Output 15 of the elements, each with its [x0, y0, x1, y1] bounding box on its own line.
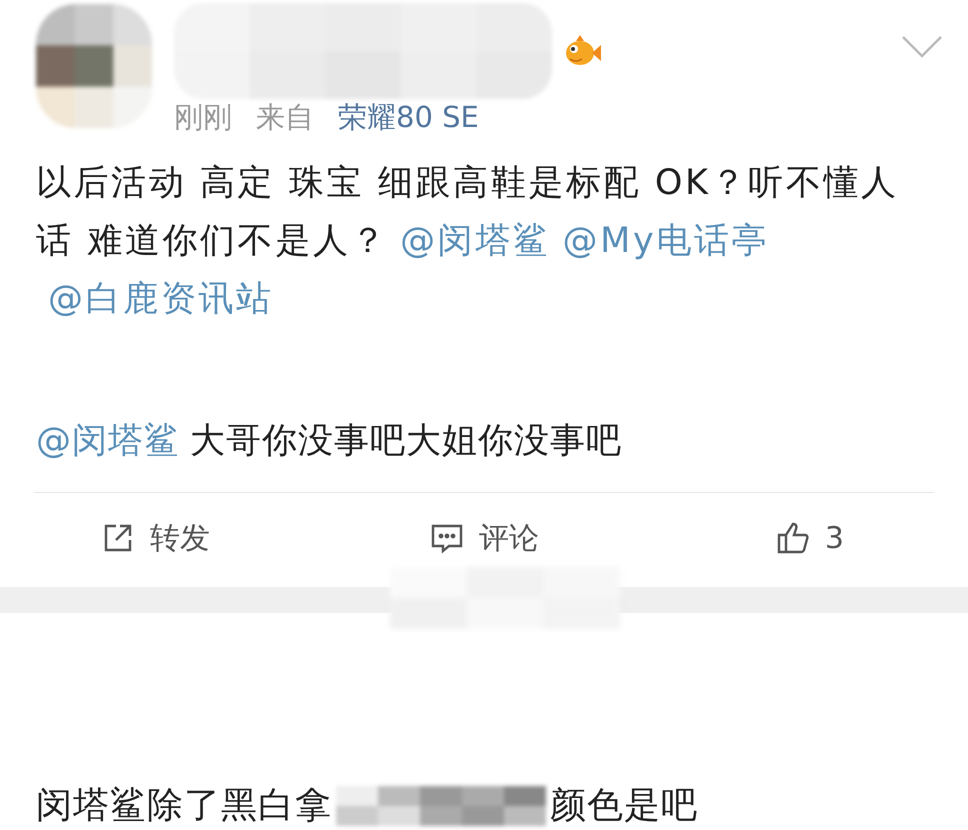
comment-text: 闵塔鲨除了黑白拿 [36, 784, 332, 828]
post-text: 以后活动 高定 珠宝 细跟高鞋是标配 OK？听不懂人话 难道你们不是人？ @闵塔鲨 @My电话亭 @白鹿资讯站 [36, 162, 900, 321]
mention-link[interactable]: @闵塔鲨 [400, 221, 551, 261]
device-link[interactable]: 荣耀80 SE [338, 98, 479, 138]
like-button[interactable]: 3 [645, 520, 968, 556]
chevron-down-icon[interactable] [900, 34, 944, 60]
mention-link[interactable]: @白鹿资讯站 [48, 279, 274, 319]
mention-link[interactable]: @闵塔鲨 [36, 421, 180, 461]
mention-link[interactable]: @My电话亭 [562, 221, 770, 261]
reply-text: @闵塔鲨 大哥你没事吧大姐你没事吧 [35, 420, 623, 463]
post-time: 刚刚 [174, 99, 232, 136]
comment-button[interactable]: 评论 [322, 518, 646, 558]
source-label: 来自 [256, 99, 314, 136]
repost-button[interactable]: 转发 [0, 518, 323, 558]
comment-text: 颜色是吧 [550, 784, 698, 828]
